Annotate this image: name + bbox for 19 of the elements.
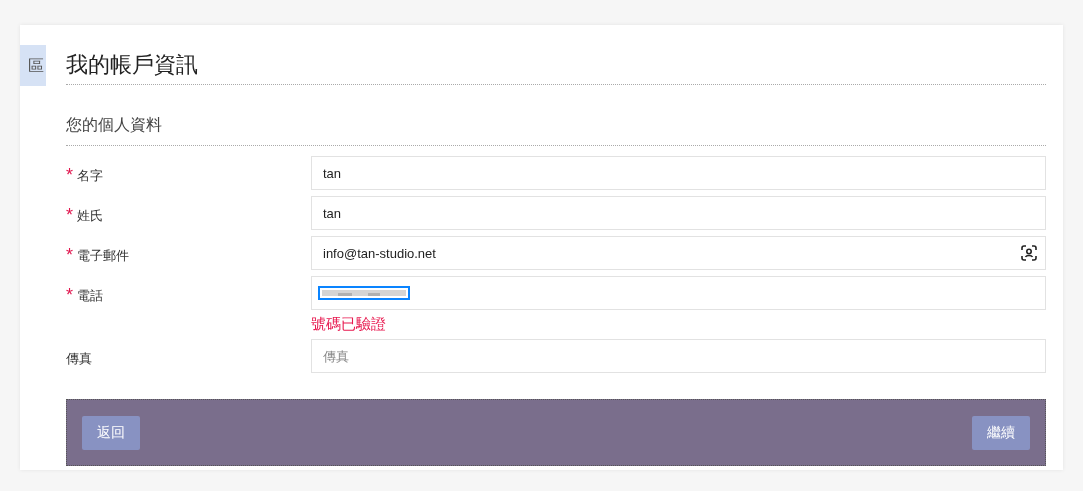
required-asterisk: * <box>66 168 73 182</box>
input-field[interactable]: info@tan-studio.net <box>311 236 1046 270</box>
required-asterisk: * <box>66 248 73 262</box>
field-label: 電子郵件 <box>77 247 129 265</box>
field-label: 電話 <box>77 287 103 305</box>
contact-icon[interactable] <box>1020 244 1038 262</box>
page-title: 我的帳戶資訊 <box>66 52 198 77</box>
field-label: 傳真 <box>66 350 92 368</box>
field-label: 姓氏 <box>77 207 103 225</box>
required-asterisk: * <box>66 288 73 302</box>
input-field[interactable] <box>311 276 1046 310</box>
verified-message: 號碼已驗證 <box>311 315 387 333</box>
input-field[interactable]: 傳真 <box>311 339 1046 373</box>
input-field[interactable]: tan <box>311 156 1046 190</box>
required-asterisk: * <box>66 208 73 222</box>
field-label: 名字 <box>77 167 103 185</box>
section-title: 您的個人資料 <box>66 116 162 133</box>
input-field[interactable]: tan <box>311 196 1046 230</box>
side-tab[interactable]: 區 <box>20 45 46 86</box>
